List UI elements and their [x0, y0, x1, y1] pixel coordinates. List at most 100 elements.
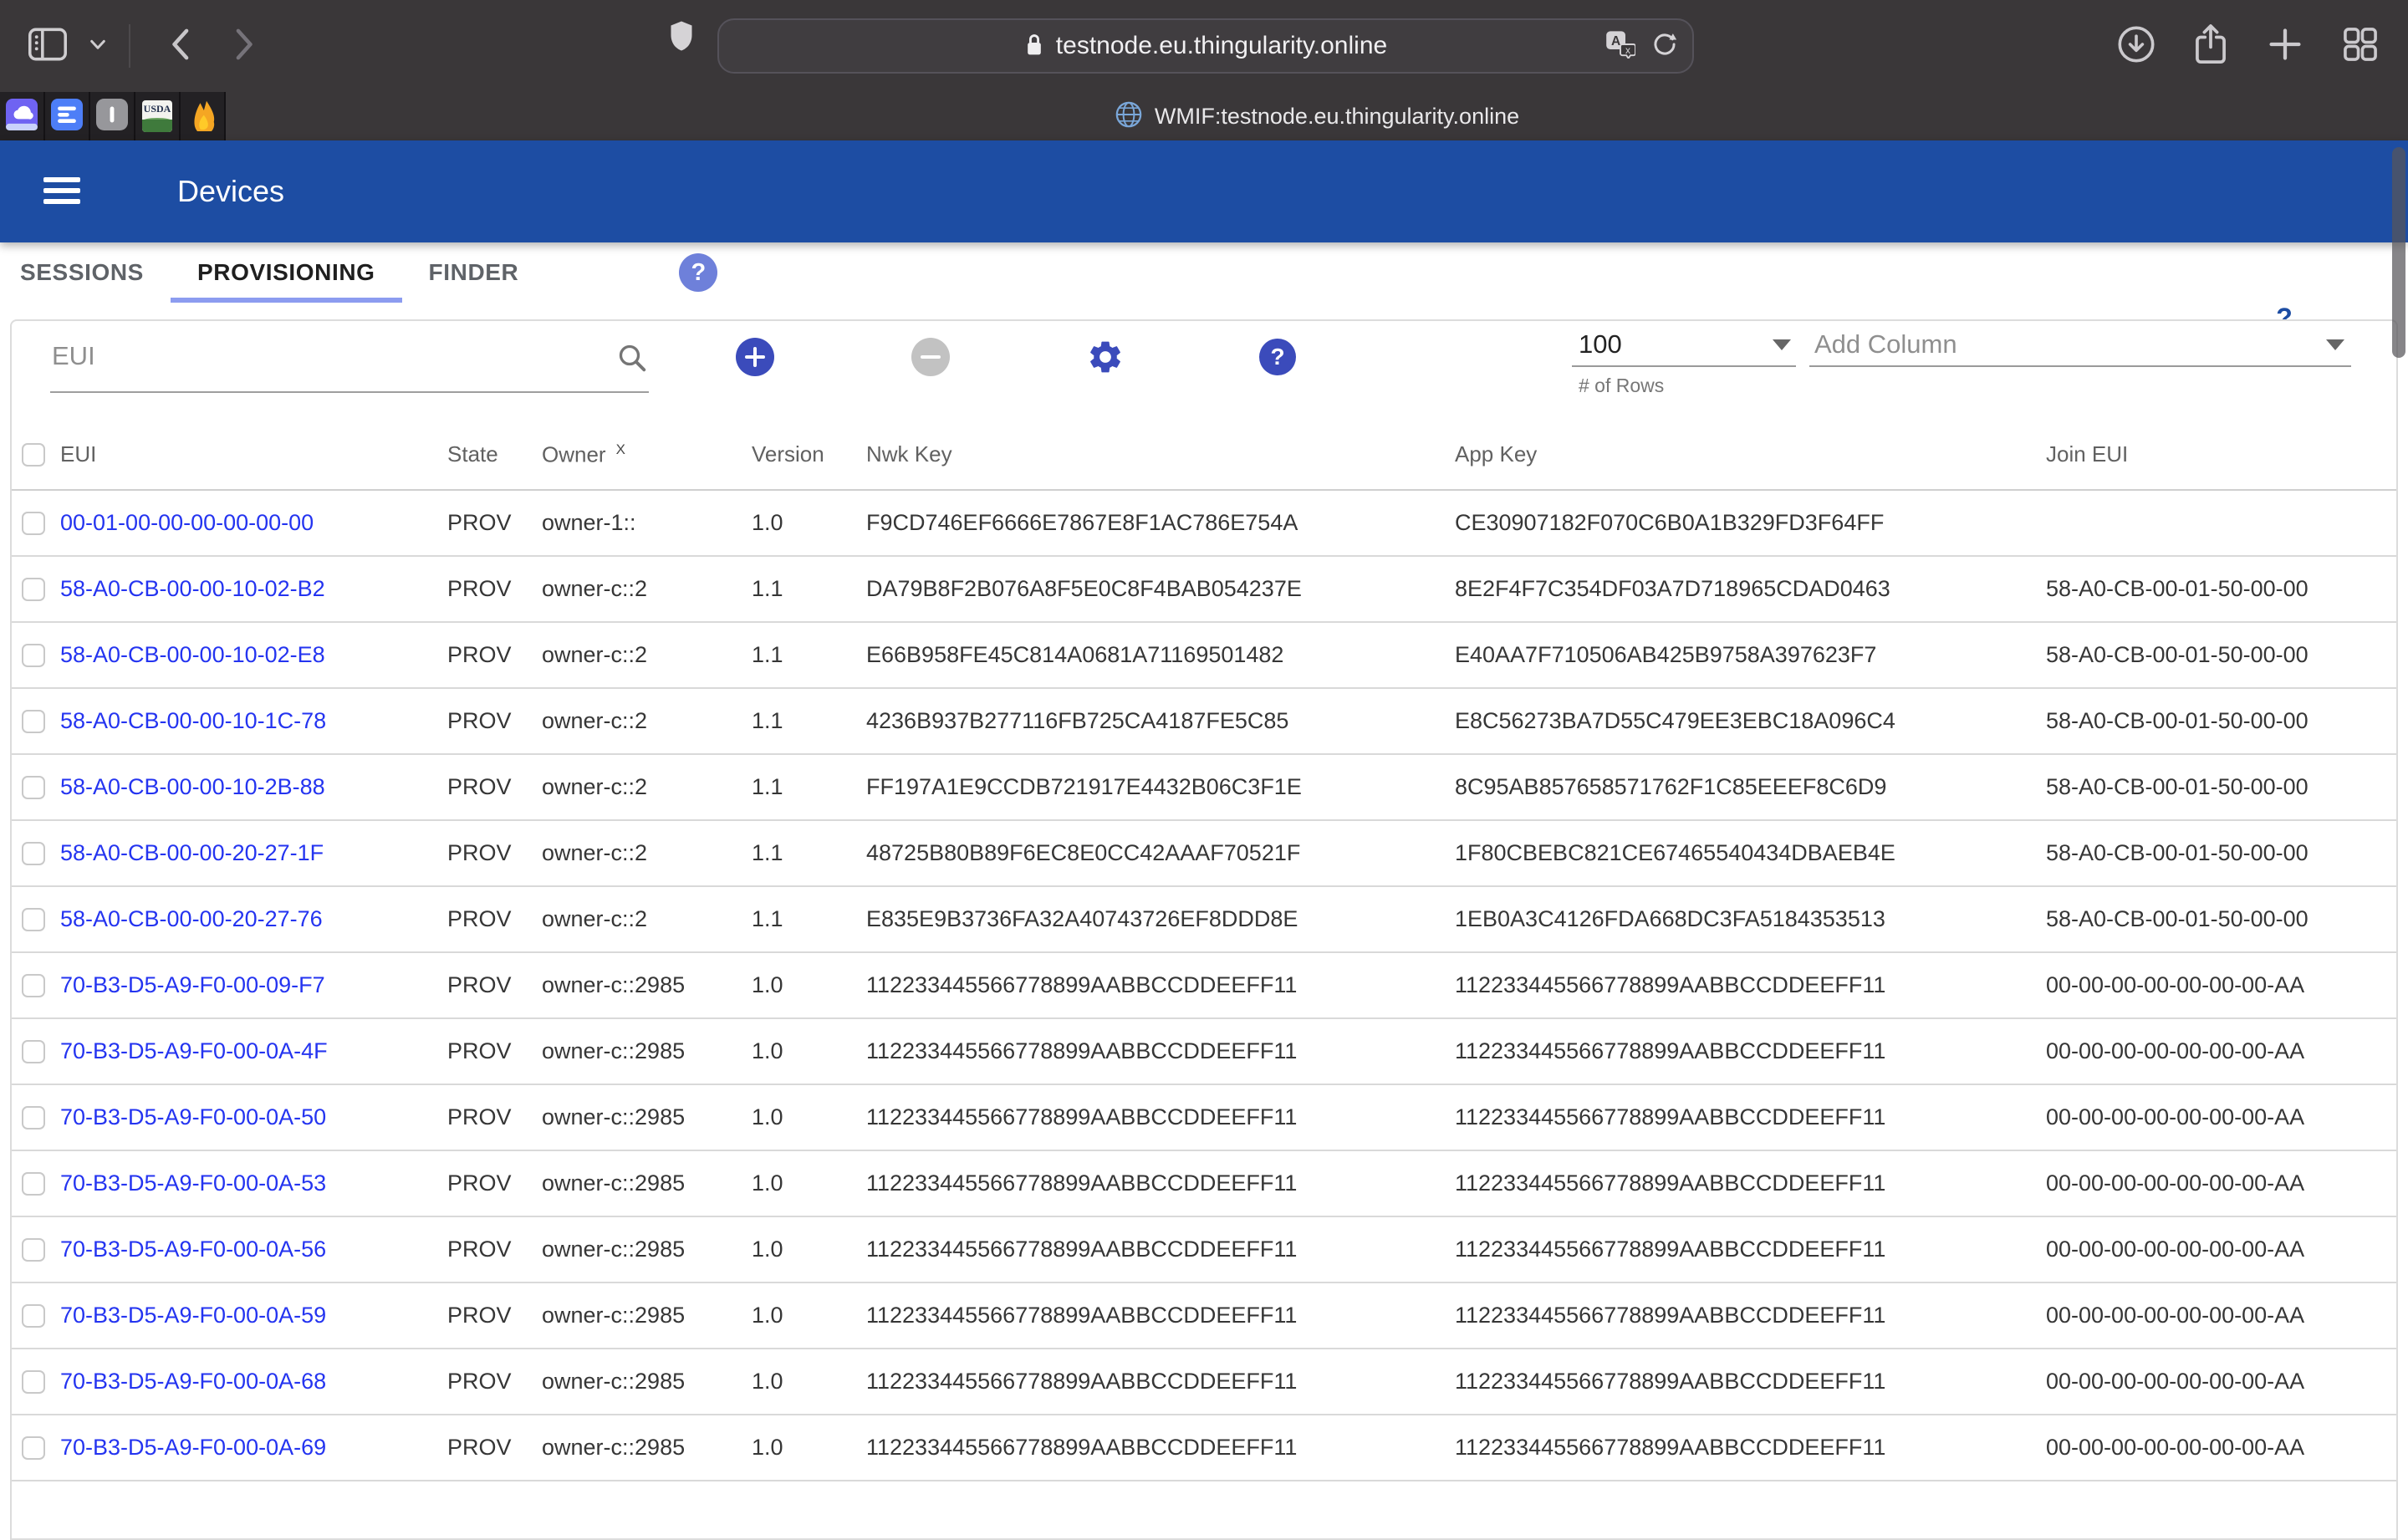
row-checkbox[interactable] [22, 1238, 45, 1262]
search-input[interactable]: EUI [50, 321, 649, 393]
table-row: 58-A0-CB-00-00-10-02-E8 PROV owner-c::2 … [12, 623, 2396, 689]
join-eui-cell: 58-A0-CB-00-01-50-00-00 [2046, 642, 2396, 668]
remove-device-button[interactable] [911, 338, 950, 376]
nwk-key-cell: 112233445566778899AABBCCDDEEFF11 [866, 1237, 1455, 1262]
join-eui-cell: 00-00-00-00-00-00-00-AA [2046, 1237, 2396, 1262]
state-cell: PROV [447, 708, 542, 734]
eui-link[interactable]: 70-B3-D5-A9-F0-00-0A-59 [60, 1303, 447, 1328]
rows-per-page-select[interactable]: 100 # of Rows [1572, 321, 1796, 367]
column-header-state[interactable]: State [447, 441, 542, 467]
eui-link[interactable]: 70-B3-D5-A9-F0-00-0A-69 [60, 1435, 447, 1461]
select-all-checkbox[interactable] [22, 443, 45, 467]
pipe-app-icon [96, 99, 128, 135]
owner-cell: owner-c::2985 [542, 1435, 752, 1461]
reload-icon[interactable] [1652, 31, 1677, 62]
scrollbar-thumb[interactable] [2392, 147, 2405, 358]
row-checkbox[interactable] [22, 578, 45, 601]
row-checkbox[interactable] [22, 512, 45, 535]
nwk-key-cell: FF197A1E9CCDB721917E4432B06C3F1E [866, 774, 1455, 800]
join-eui-cell: 00-00-00-00-00-00-00-AA [2046, 1303, 2396, 1328]
tab-overview-icon[interactable] [2341, 25, 2380, 68]
table-row: 58-A0-CB-00-00-10-02-B2 PROV owner-c::2 … [12, 557, 2396, 623]
menu-icon[interactable] [43, 174, 80, 207]
forward-icon[interactable] [232, 27, 258, 66]
usda-label: USDA [142, 103, 172, 115]
back-icon[interactable] [167, 27, 192, 66]
content-card: EUI ? 100 # of Rows Add Column EUI State… [10, 319, 2398, 1540]
eui-link[interactable]: 58-A0-CB-00-00-10-02-E8 [60, 642, 447, 668]
pinned-tab-cloud[interactable] [0, 92, 45, 140]
tabs-help-icon[interactable]: ? [679, 253, 717, 292]
pinned-tab-gray[interactable] [90, 92, 135, 140]
browser-toolbar: testnode.eu.thingularity.online Ax [0, 0, 2408, 92]
pinned-tab-firebase[interactable] [181, 92, 226, 140]
url-bar[interactable]: testnode.eu.thingularity.online Ax [717, 18, 1694, 74]
column-header-join-eui[interactable]: Join EUI [2046, 441, 2396, 467]
row-checkbox[interactable] [22, 776, 45, 799]
pinned-tab-docs[interactable] [45, 92, 90, 140]
row-checkbox[interactable] [22, 710, 45, 733]
row-checkbox[interactable] [22, 644, 45, 667]
eui-link[interactable]: 70-B3-D5-A9-F0-00-0A-53 [60, 1170, 447, 1196]
table-row: 70-B3-D5-A9-F0-00-0A-56 PROV owner-c::29… [12, 1217, 2396, 1283]
owner-filter-clear[interactable]: X [616, 441, 625, 457]
eui-link[interactable]: 70-B3-D5-A9-F0-00-0A-68 [60, 1369, 447, 1395]
table-header-row: EUI State OwnerX Version Nwk Key App Key… [12, 420, 2396, 491]
app-key-cell: 112233445566778899AABBCCDDEEFF11 [1455, 972, 2046, 998]
owner-cell: owner-c::2985 [542, 972, 752, 998]
row-checkbox[interactable] [22, 1304, 45, 1328]
nwk-key-cell: 112233445566778899AABBCCDDEEFF11 [866, 1170, 1455, 1196]
state-cell: PROV [447, 1237, 542, 1262]
row-checkbox[interactable] [22, 908, 45, 931]
share-icon[interactable] [2192, 23, 2229, 70]
eui-link[interactable]: 00-01-00-00-00-00-00-00 [60, 510, 447, 536]
eui-link[interactable]: 70-B3-D5-A9-F0-00-0A-4F [60, 1038, 447, 1064]
row-checkbox[interactable] [22, 1436, 45, 1460]
column-header-owner[interactable]: OwnerX [542, 441, 752, 468]
tab-finder[interactable]: FINDER [402, 242, 546, 303]
svg-text:x: x [1625, 43, 1630, 55]
tab-sessions[interactable]: SESSIONS [0, 242, 171, 303]
active-tab[interactable]: WMIF:testnode.eu.thingularity.online [226, 92, 2408, 140]
column-header-nwk-key[interactable]: Nwk Key [866, 441, 1455, 467]
filter-help-icon[interactable]: ? [1259, 339, 1296, 375]
rows-per-page-value: 100 [1579, 329, 1622, 360]
eui-link[interactable]: 70-B3-D5-A9-F0-00-0A-50 [60, 1104, 447, 1130]
owner-cell: owner-c::2985 [542, 1303, 752, 1328]
column-header-version[interactable]: Version [752, 441, 866, 467]
downloads-icon[interactable] [2117, 25, 2155, 68]
version-cell: 1.0 [752, 1369, 866, 1395]
column-header-eui[interactable]: EUI [60, 441, 447, 467]
eui-link[interactable]: 58-A0-CB-00-00-20-27-76 [60, 906, 447, 932]
translate-icon[interactable]: Ax [1605, 30, 1635, 63]
nwk-key-cell: 112233445566778899AABBCCDDEEFF11 [866, 1435, 1455, 1461]
eui-link[interactable]: 70-B3-D5-A9-F0-00-0A-56 [60, 1237, 447, 1262]
add-column-select[interactable]: Add Column [1809, 321, 2351, 367]
row-checkbox[interactable] [22, 974, 45, 997]
sidebar-toggle-icon[interactable] [28, 28, 67, 65]
settings-gear-icon[interactable] [1086, 338, 1125, 380]
chevron-down-icon [2326, 339, 2344, 350]
row-checkbox[interactable] [22, 842, 45, 865]
eui-link[interactable]: 58-A0-CB-00-00-10-1C-78 [60, 708, 447, 734]
row-checkbox[interactable] [22, 1040, 45, 1063]
eui-link[interactable]: 58-A0-CB-00-00-10-02-B2 [60, 576, 447, 602]
column-header-app-key[interactable]: App Key [1455, 441, 2046, 467]
join-eui-cell: 00-00-00-00-00-00-00-AA [2046, 1038, 2396, 1064]
eui-link[interactable]: 70-B3-D5-A9-F0-00-09-F7 [60, 972, 447, 998]
version-cell: 1.0 [752, 1237, 866, 1262]
eui-link[interactable]: 58-A0-CB-00-00-10-2B-88 [60, 774, 447, 800]
row-checkbox[interactable] [22, 1172, 45, 1196]
table-row: 70-B3-D5-A9-F0-00-0A-53 PROV owner-c::29… [12, 1151, 2396, 1217]
add-device-button[interactable] [736, 338, 774, 376]
row-checkbox[interactable] [22, 1106, 45, 1130]
eui-link[interactable]: 58-A0-CB-00-00-20-27-1F [60, 840, 447, 866]
pinned-tab-usda[interactable]: USDA [135, 92, 181, 140]
chevron-down-icon[interactable] [89, 38, 107, 55]
app-header: Devices Admin ? [0, 140, 2408, 242]
tab-provisioning[interactable]: PROVISIONING [171, 242, 402, 303]
row-checkbox[interactable] [22, 1370, 45, 1394]
new-tab-icon[interactable] [2266, 25, 2304, 68]
shield-icon[interactable] [669, 20, 694, 56]
nwk-key-cell: 112233445566778899AABBCCDDEEFF11 [866, 1104, 1455, 1130]
